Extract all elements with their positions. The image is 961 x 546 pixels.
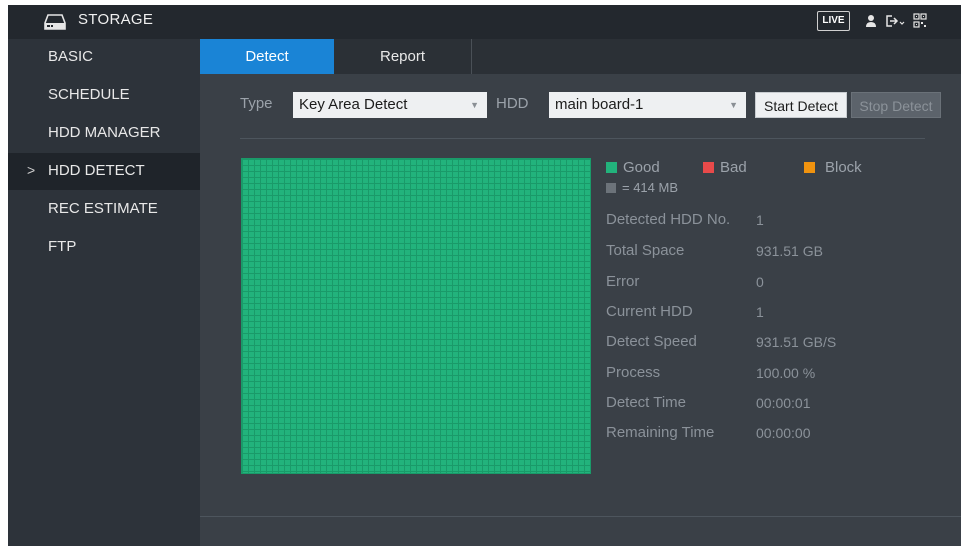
sidebar-item-label: HDD MANAGER (48, 124, 161, 141)
detect-time-label: Detect Time (606, 394, 687, 411)
process-label: Process (606, 364, 661, 381)
sidebar-item-hdd-manager[interactable]: HDD MANAGER (8, 115, 200, 152)
detected-hdd-no-label: Detected HDD No. (606, 211, 731, 228)
chevron-down-icon: ▼ (470, 100, 479, 110)
sidebar-item-label: REC ESTIMATE (48, 200, 158, 217)
logout-icon[interactable] (885, 13, 905, 29)
hdd-select[interactable]: main board-1 ▼ (549, 92, 746, 118)
qr-code-icon[interactable] (913, 13, 927, 29)
chevron-down-icon: ▼ (729, 100, 738, 110)
live-button[interactable]: LIVE (817, 11, 850, 31)
detect-speed-value: 931.51 GB/S (756, 334, 837, 350)
main-panel: Detect Report Type Key Area Detect ▼ HDD… (200, 39, 961, 546)
total-space-value: 931.51 GB (756, 243, 823, 259)
tab-bar: Detect Report (200, 39, 961, 74)
legend-good-label: Good (623, 159, 660, 176)
divider (240, 138, 925, 139)
process-value: 100.00 % (756, 365, 816, 381)
sidebar-item-label: SCHEDULE (48, 86, 130, 103)
sidebar-item-label: BASIC (48, 48, 94, 65)
type-label: Type (240, 95, 273, 112)
sidebar-item-ftp[interactable]: FTP (8, 229, 200, 266)
sidebar-item-rec-estimate[interactable]: REC ESTIMATE (8, 191, 200, 228)
legend-block: Block (804, 159, 862, 176)
stop-detect-button[interactable]: Stop Detect (851, 92, 941, 118)
page-title: STORAGE (78, 11, 154, 28)
hdd-select-value: main board-1 (555, 96, 644, 113)
chevron-right-icon: > (27, 162, 36, 178)
sidebar-item-schedule[interactable]: SCHEDULE (8, 77, 200, 114)
sidebar-item-hdd-detect[interactable]: > HDD DETECT (8, 153, 200, 190)
error-label: Error (606, 273, 640, 290)
app-window: STORAGE LIVE BASIC SCHEDULE HDD MANAGER … (8, 5, 961, 546)
detect-block-grid (242, 159, 590, 473)
hdd-label: HDD (496, 95, 529, 112)
start-detect-button[interactable]: Start Detect (755, 92, 847, 118)
top-bar: STORAGE LIVE (8, 5, 961, 39)
legend-good: Good (606, 159, 660, 176)
block-swatch (804, 162, 815, 173)
sidebar: BASIC SCHEDULE HDD MANAGER > HDD DETECT … (8, 39, 200, 546)
detected-hdd-no-value: 1 (756, 212, 764, 228)
legend-block-label: Block (825, 159, 862, 176)
bad-swatch (703, 162, 714, 173)
tab-detect[interactable]: Detect (200, 39, 334, 74)
hdd-icon (44, 14, 66, 30)
type-select-value: Key Area Detect (299, 96, 408, 113)
user-icon[interactable] (865, 13, 877, 29)
current-hdd-label: Current HDD (606, 303, 693, 320)
remaining-time-value: 00:00:00 (756, 425, 811, 441)
detect-time-value: 00:00:01 (756, 395, 811, 411)
tab-report[interactable]: Report (334, 39, 472, 74)
current-hdd-value: 1 (756, 304, 764, 320)
detect-speed-label: Detect Speed (606, 333, 697, 350)
unit-swatch (606, 183, 616, 193)
total-space-label: Total Space (606, 242, 685, 259)
sidebar-item-label: HDD DETECT (48, 162, 145, 179)
sidebar-item-label: FTP (48, 238, 77, 255)
good-swatch (606, 162, 617, 173)
type-select[interactable]: Key Area Detect ▼ (293, 92, 487, 118)
legend-bad: Bad (703, 159, 747, 176)
divider (200, 516, 961, 517)
error-value: 0 (756, 274, 764, 290)
legend-unit-label: = 414 MB (622, 180, 679, 195)
legend-unit: = 414 MB (606, 180, 678, 195)
remaining-time-label: Remaining Time (606, 424, 715, 441)
legend-bad-label: Bad (720, 159, 747, 176)
sidebar-item-basic[interactable]: BASIC (8, 39, 200, 76)
